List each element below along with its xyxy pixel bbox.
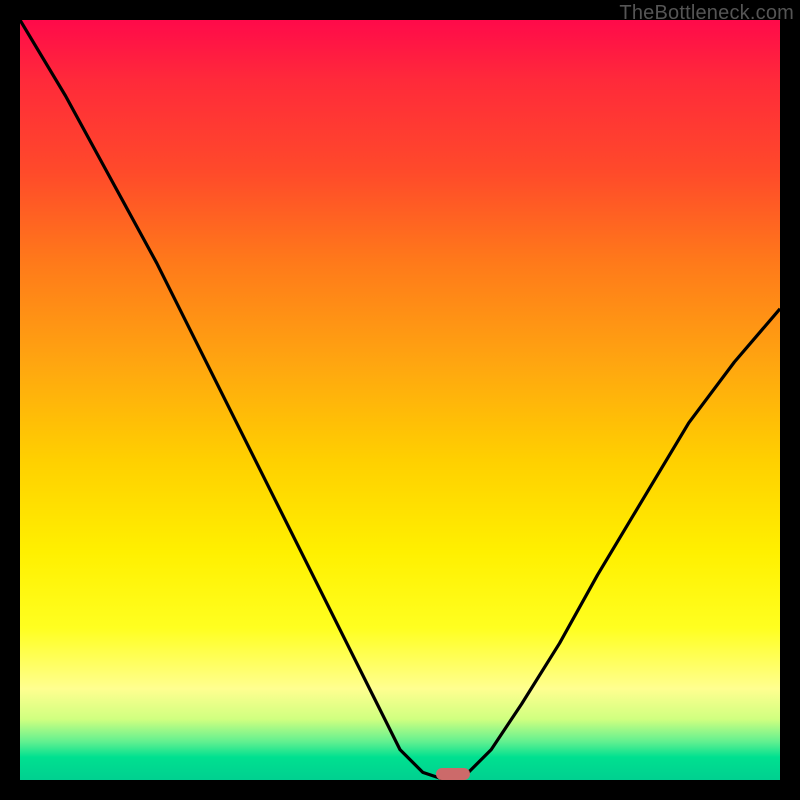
plot-background-gradient bbox=[20, 20, 780, 780]
bottleneck-chart: TheBottleneck.com bbox=[0, 0, 800, 800]
curve-path bbox=[20, 20, 780, 780]
bottleneck-curve bbox=[20, 20, 780, 780]
optimal-marker bbox=[436, 768, 470, 780]
watermark-text: TheBottleneck.com bbox=[619, 2, 794, 25]
